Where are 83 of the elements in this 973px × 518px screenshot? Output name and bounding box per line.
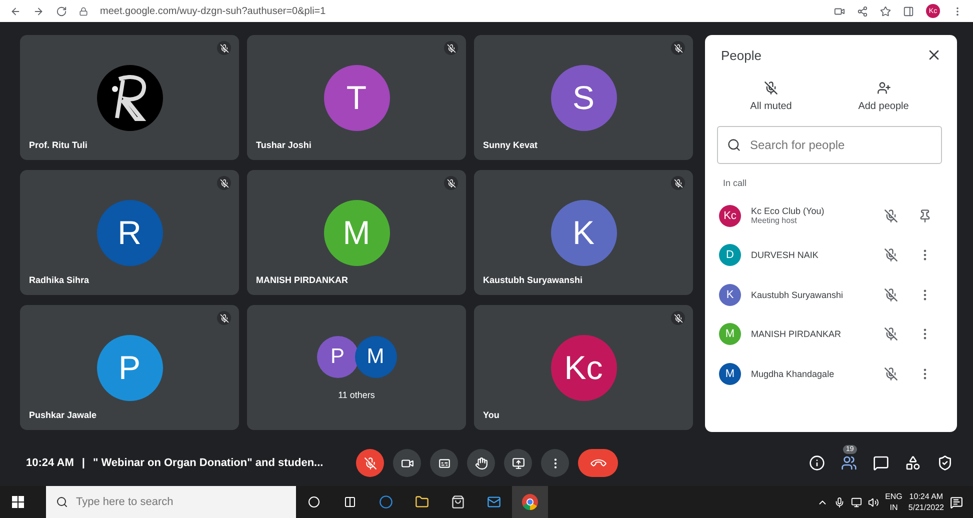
avatar: T [324, 64, 390, 130]
taskbar-search-field[interactable]: Type here to search [46, 486, 296, 518]
chrome-app-button[interactable] [512, 486, 548, 518]
back-icon[interactable] [10, 6, 21, 16]
participant-name: Kaustubh Suryawanshi [483, 275, 583, 285]
lock-icon[interactable] [79, 6, 88, 16]
side-panel-icon[interactable] [903, 6, 914, 16]
add-people-button[interactable]: Add people [858, 81, 909, 112]
bag-icon [451, 495, 465, 509]
volume-icon[interactable] [868, 496, 880, 508]
mic-tray-icon[interactable] [834, 496, 846, 508]
task-view-icon [344, 496, 356, 508]
separator-text: | [82, 457, 85, 469]
clock[interactable]: 10:24 AM 5/21/2022 [908, 491, 944, 513]
section-label: In call [723, 178, 748, 188]
avatar: R [96, 200, 162, 266]
mail-icon [487, 495, 501, 509]
pin-icon[interactable] [918, 208, 932, 223]
present-icon [512, 456, 524, 470]
address-bar[interactable]: meet.google.com/wuy-dzgn-suh?authuser=0&pli=1 [100, 6, 822, 16]
host-controls-icon[interactable] [937, 455, 953, 471]
language-indicator[interactable]: ENG IN [885, 491, 902, 513]
end-call-button[interactable] [578, 449, 618, 477]
camera-button[interactable] [393, 449, 421, 477]
all-muted-button[interactable]: All muted [750, 81, 792, 112]
person-name: Mugdha Khandagale [751, 368, 836, 379]
person-name: Kc Eco Club (You) [751, 206, 826, 216]
reload-icon[interactable] [56, 6, 67, 16]
camera-icon[interactable] [834, 6, 845, 16]
notifications-icon[interactable] [950, 496, 963, 508]
network-icon[interactable] [851, 496, 862, 508]
avatar: Kc [550, 334, 616, 400]
person-name: DURVESH NAIK [751, 250, 820, 260]
windows-logo-icon [12, 496, 24, 508]
mic-off-icon [764, 81, 778, 95]
avatar: D [719, 244, 741, 266]
participant-name: Tushar Joshi [256, 140, 312, 150]
panel-title: People [720, 48, 762, 62]
search-icon [727, 138, 741, 152]
participant-name: Radhika Sihra [29, 275, 90, 285]
avatar: M [719, 323, 741, 346]
hand-icon [474, 456, 488, 470]
mic-off-icon [364, 456, 376, 470]
search-icon [56, 496, 68, 508]
share-icon[interactable] [857, 6, 868, 16]
raise-hand-button[interactable] [467, 449, 495, 477]
present-button[interactable] [504, 449, 532, 477]
avatar: P [316, 336, 358, 378]
avatar: M [354, 336, 396, 378]
avatar: Kc [719, 204, 741, 227]
avatar: M [324, 200, 390, 266]
captions-button[interactable] [430, 449, 458, 477]
others-count: 11 others [338, 390, 375, 400]
captions-icon [438, 456, 450, 470]
participant-name: Pushkar Jawale [29, 410, 97, 420]
search-field[interactable]: Search for people [717, 126, 942, 164]
chrome-icon [522, 494, 538, 510]
avatar: M [719, 362, 741, 385]
avatar: S [550, 64, 616, 130]
camera-icon [400, 456, 414, 470]
bookmark-star-icon[interactable] [880, 6, 891, 16]
person-name: MANISH PIRDANKAR [751, 329, 842, 340]
folder-icon [415, 495, 429, 509]
avatar: K [550, 200, 616, 266]
info-icon[interactable] [809, 455, 825, 471]
people-icon[interactable] [841, 455, 857, 471]
chat-icon[interactable] [873, 455, 889, 471]
avatar: P [96, 334, 162, 400]
participant-name: MANISH PIRDANKAR [256, 275, 348, 285]
participant-name: You [483, 410, 500, 420]
forward-icon[interactable] [33, 6, 44, 16]
browser-icon [379, 495, 393, 509]
circle-icon [308, 496, 320, 508]
microphone-off-button[interactable] [356, 449, 384, 477]
avatar: K [719, 284, 741, 306]
add-person-icon [876, 81, 890, 95]
person-name: Kaustubh Suryawanshi [751, 290, 844, 300]
meeting-time: 10:24 AM [26, 457, 74, 469]
participant-name: Sunny Kevat [483, 140, 538, 150]
meeting-title: " Webinar on Organ Donation" and studen... [92, 457, 324, 469]
person-role: Meeting host [751, 216, 798, 226]
activities-icon[interactable] [905, 455, 921, 471]
participant-name: Prof. Ritu Tuli [29, 140, 88, 150]
